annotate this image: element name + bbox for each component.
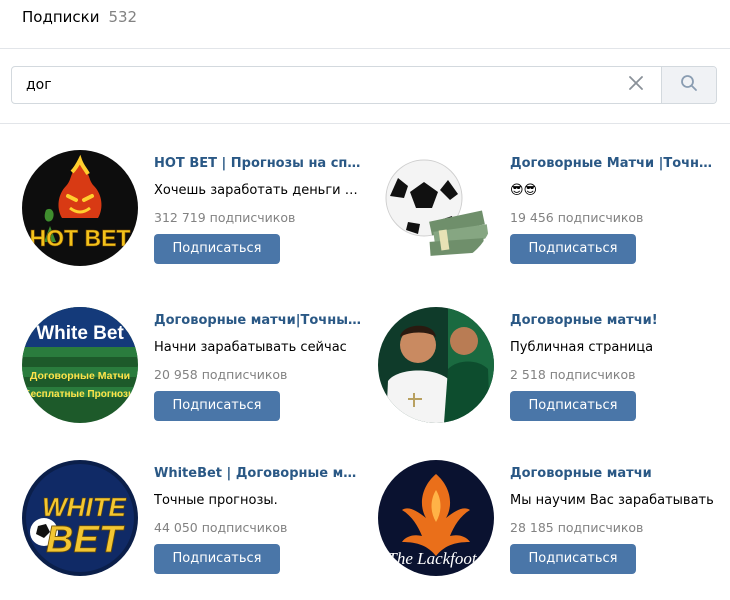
group-subscribers: 44 050 подписчиков [154,520,288,535]
group-avatar[interactable]: The Lackfoot [378,460,494,576]
group-subscribers: 20 958 подписчиков [154,367,288,382]
search-bar [11,66,717,104]
page-title: Подписки [22,8,100,26]
group-info: Договорные матчи Мы научим Вас зарабатыв… [510,465,720,574]
subscribe-button[interactable]: Подписаться [154,544,280,574]
group-name-link[interactable]: Договорные матчи|Точные прогнозы [154,312,364,330]
group-info: WhiteBet | Договорные матчи Точные прогн… [154,465,364,574]
subscribe-button[interactable]: Подписаться [154,234,280,264]
clear-search-button[interactable] [611,67,661,103]
group-avatar[interactable]: WHITE BET [22,460,138,576]
avatar-lettering: White Bet [36,323,124,344]
subscriptions-header: Подписки 532 [22,6,137,28]
group-name-link[interactable]: Договорные матчи! [510,312,720,330]
subscribe-button[interactable]: Подписаться [510,391,636,421]
group-subscribers: 28 185 подписчиков [510,520,644,535]
group-name-link[interactable]: HOT BET | Прогнозы на спорт [154,155,364,173]
group-info: Договорные матчи|Точные прогнозы Начни з… [154,312,364,421]
subscribe-button[interactable]: Подписаться [510,234,636,264]
group-subscribers: 312 719 подписчиков [154,210,296,225]
avatar-lettering: WHITE [42,492,126,522]
subscribe-button[interactable]: Подписаться [154,391,280,421]
group-name-link[interactable]: Договорные матчи [510,465,720,483]
group-description: Хочешь заработать деньги на ставках? [154,183,364,198]
avatar-lettering: Бесплатные Прогнозы [23,389,136,400]
search-divider [0,123,730,124]
subscriptions-count: 532 [108,8,138,26]
group-info: HOT BET | Прогнозы на спорт Хочешь зараб… [154,155,364,264]
header-divider [0,48,730,49]
search-icon [680,74,698,96]
group-description: Публичная страница [510,340,654,355]
subscribe-button[interactable]: Подписаться [510,544,636,574]
search-button[interactable] [661,67,716,103]
group-description: 😎😎 [510,183,538,198]
group-name-link[interactable]: Договорные Матчи |Точные прогнозы [510,155,720,173]
group-avatar[interactable] [378,150,494,266]
group-description: Мы научим Вас зарабатывать [510,493,714,508]
close-icon [628,75,644,95]
group-description: Начни зарабатывать сейчас [154,340,347,355]
group-subscribers: 19 456 подписчиков [510,210,644,225]
avatar-lettering: Договорные Матчи [30,370,130,382]
group-name-link[interactable]: WhiteBet | Договорные матчи [154,465,364,483]
group-subscribers: 2 518 подписчиков [510,367,636,382]
group-avatar[interactable]: HOT BET [22,150,138,266]
avatar-lettering: The Lackfoot [387,549,478,568]
group-info: Договорные Матчи |Точные прогнозы 😎😎 19 … [510,155,720,264]
group-avatar[interactable] [378,307,494,423]
avatar-lettering: HOT BET [30,225,131,251]
search-input[interactable] [12,67,611,103]
subscriptions-page: Подписки 532 дог HOT BET HOT BET | Прогн… [0,0,730,600]
group-info: Договорные матчи! Публичная страница 2 5… [510,312,720,421]
avatar-lettering: BET [46,519,125,561]
group-description: Точные прогнозы. [154,493,278,508]
group-avatar[interactable]: White Bet Договорные Матчи Бесплатные Пр… [22,307,138,423]
